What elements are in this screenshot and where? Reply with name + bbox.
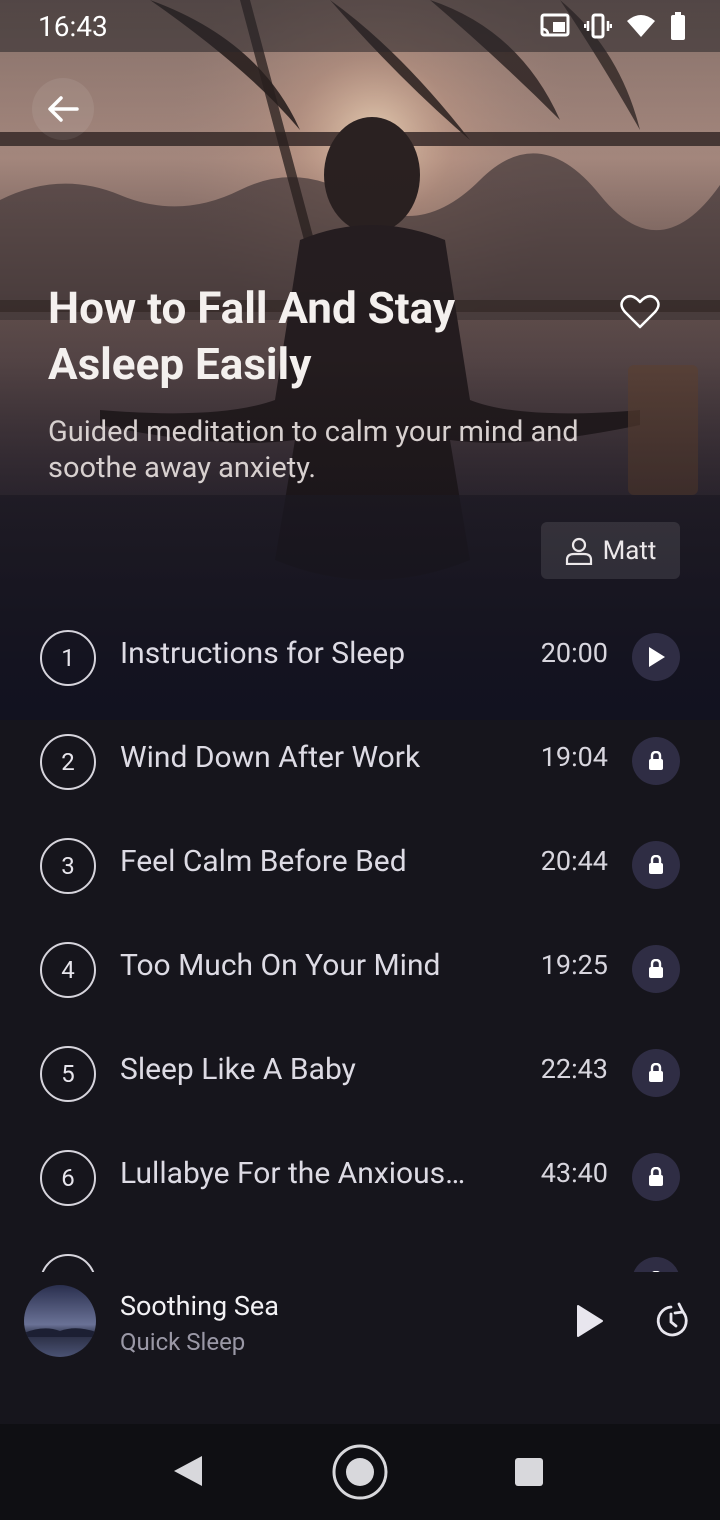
back-button[interactable] — [32, 78, 94, 140]
vibrate-icon — [584, 13, 612, 39]
author-chip[interactable]: Matt — [541, 522, 680, 579]
track-number: 7 — [40, 1254, 96, 1272]
nav-recents-icon[interactable] — [514, 1457, 544, 1487]
track-duration: 22:43 — [540, 1053, 608, 1085]
track-number: 1 — [40, 630, 96, 686]
locked-badge[interactable] — [632, 1257, 680, 1272]
track-duration: 20:00 — [540, 637, 608, 669]
track-row[interactable]: 3 Feel Calm Before Bed 20:44 — [0, 814, 720, 918]
status-time: 16:43 — [38, 10, 108, 43]
track-number: 5 — [40, 1046, 96, 1102]
track-number: 2 — [40, 734, 96, 790]
cast-icon — [540, 13, 570, 37]
sleep-timer-icon[interactable] — [652, 1302, 690, 1340]
play-icon — [649, 647, 665, 667]
favorite-heart-icon[interactable] — [620, 294, 660, 330]
track-title: Lullabye For the Anxious… — [120, 1156, 466, 1191]
track-row[interactable]: 6 Lullabye For the Anxious… 43:40 — [0, 1126, 720, 1230]
lock-icon — [649, 1167, 663, 1186]
track-row[interactable]: 2 Wind Down After Work 19:04 — [0, 710, 720, 814]
track-number: 4 — [40, 942, 96, 998]
lock-icon — [649, 855, 663, 874]
play-button[interactable] — [632, 633, 680, 681]
lock-icon — [649, 1063, 663, 1082]
track-title: Feel Calm Before Bed — [120, 844, 407, 879]
system-navigation-bar — [0, 1424, 720, 1520]
mini-player[interactable]: Soothing Sea Quick Sleep — [0, 1272, 720, 1424]
locked-badge[interactable] — [632, 945, 680, 993]
locked-badge[interactable] — [632, 1049, 680, 1097]
battery-icon — [671, 12, 685, 40]
track-number: 6 — [40, 1150, 96, 1206]
play-icon[interactable] — [574, 1304, 604, 1338]
track-duration: 20:44 — [540, 845, 608, 877]
track-title: Sleep Like A Baby — [120, 1052, 356, 1087]
wifi-icon — [627, 15, 655, 37]
track-row[interactable]: 4 Too Much On Your Mind 19:25 — [0, 918, 720, 1022]
status-icons — [540, 12, 686, 40]
now-playing-subtitle: Quick Sleep — [120, 1328, 246, 1356]
lock-icon — [649, 959, 663, 978]
page-subtitle: Guided meditation to calm your mind and … — [48, 415, 579, 485]
track-duration: 19:25 — [540, 949, 608, 981]
author-name: Matt — [602, 535, 657, 566]
status-bar: 16:43 — [0, 0, 720, 52]
track-number: 3 — [40, 838, 96, 894]
track-row[interactable]: 7 — [0, 1230, 720, 1272]
track-duration: 43:40 — [540, 1157, 608, 1189]
locked-badge[interactable] — [632, 841, 680, 889]
track-title: Instructions for Sleep — [120, 636, 406, 671]
nav-back-icon[interactable] — [172, 1454, 204, 1488]
arrow-back-icon — [48, 96, 79, 122]
track-list: 1 Instructions for Sleep 20:00 2 Wind Do… — [0, 606, 720, 1272]
page-title: How to Fall And Stay Asleep Easily — [48, 282, 456, 390]
track-title: Too Much On Your Mind — [120, 948, 441, 983]
now-playing-artwork — [24, 1285, 96, 1357]
track-row[interactable]: 1 Instructions for Sleep 20:00 — [0, 606, 720, 710]
track-title: Wind Down After Work — [120, 740, 421, 775]
nav-home-icon[interactable] — [331, 1443, 389, 1501]
lock-icon — [649, 751, 663, 770]
locked-badge[interactable] — [632, 737, 680, 785]
now-playing-title: Soothing Sea — [120, 1290, 279, 1322]
user-icon — [565, 537, 592, 565]
track-row[interactable]: 5 Sleep Like A Baby 22:43 — [0, 1022, 720, 1126]
track-duration: 19:04 — [540, 741, 608, 773]
locked-badge[interactable] — [632, 1153, 680, 1201]
